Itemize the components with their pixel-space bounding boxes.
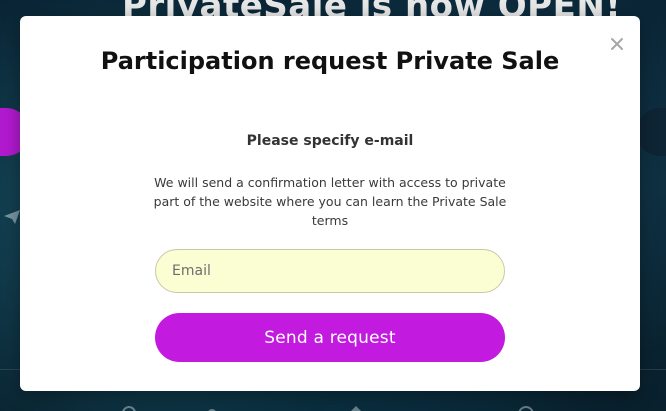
private-sale-request-modal: Participation request Private Sale Pleas… — [20, 16, 640, 391]
partner-logo-icon — [208, 409, 216, 411]
close-icon[interactable] — [608, 35, 626, 53]
modal-title: Participation request Private Sale — [100, 47, 560, 75]
partner-logo-icon — [351, 406, 361, 411]
partner-logo-icon — [122, 406, 136, 411]
send-request-button[interactable]: Send a request — [155, 313, 505, 362]
email-input[interactable] — [155, 249, 505, 293]
partner-logo-icon — [518, 406, 534, 411]
telegram-icon — [4, 210, 20, 224]
modal-description: We will send a confirmation letter with … — [153, 175, 507, 228]
modal-subtitle: Please specify e-mail — [246, 133, 414, 149]
